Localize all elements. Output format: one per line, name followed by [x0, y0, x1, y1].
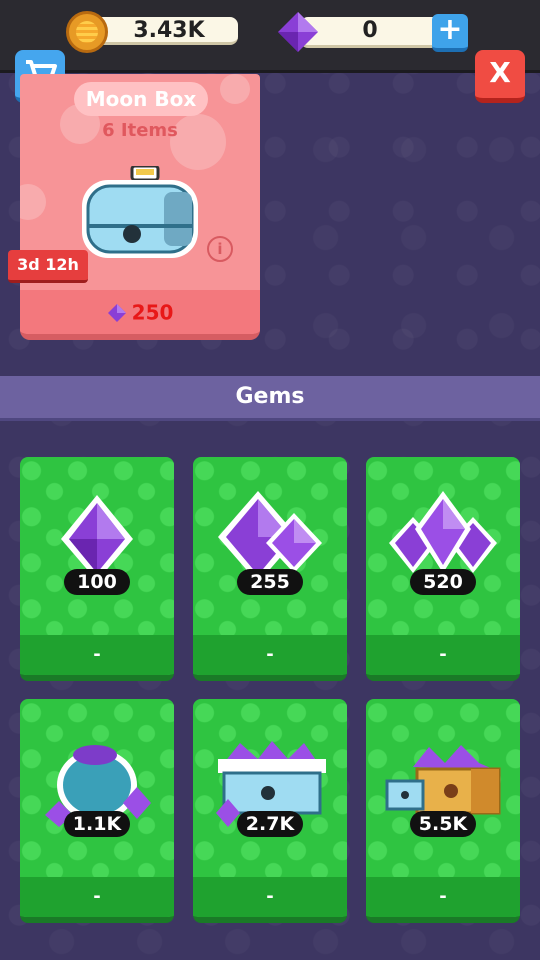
decor-bubble [20, 184, 46, 220]
gem-amount: 1.1K [64, 811, 130, 837]
gem-amount: 2.7K [237, 811, 303, 837]
moon-box-card[interactable]: Moon Box 6 Items i 250 [20, 74, 260, 340]
gem-pack-card[interactable]: 1.1K - [20, 699, 174, 923]
buy-button[interactable]: - [366, 877, 520, 917]
gem-amount: 255 [237, 569, 303, 595]
decor-bubble [220, 74, 250, 104]
gem-pack-card[interactable]: 520 - [366, 457, 520, 681]
gem-pack-card[interactable]: 255 - [193, 457, 347, 681]
coin-balance: 3.43K [90, 17, 238, 45]
gem-pack-card[interactable]: 5.5K - [366, 699, 520, 923]
chest-icon [82, 166, 198, 258]
buy-button[interactable]: - [366, 635, 520, 675]
buy-button[interactable]: - [193, 877, 347, 917]
featured-price: 250 [131, 300, 174, 325]
gem-amount: 520 [410, 569, 476, 595]
featured-title: Moon Box [74, 82, 208, 116]
timer-badge: 3d 12h [8, 250, 88, 283]
buy-button[interactable]: - [20, 635, 174, 675]
close-button[interactable]: X [475, 50, 525, 103]
info-icon[interactable]: i [207, 236, 233, 262]
gem-pack-card[interactable]: 100 - [20, 457, 174, 681]
buy-button[interactable]: - [193, 635, 347, 675]
gem-pack-card[interactable]: 2.7K - [193, 699, 347, 923]
buy-button[interactable]: - [20, 877, 174, 917]
section-header: Gems [0, 376, 540, 421]
add-gems-button[interactable]: + [432, 14, 468, 52]
featured-subtitle: 6 Items [102, 120, 178, 141]
gem-amount: 100 [64, 569, 130, 595]
featured-buy-button[interactable]: 250 [20, 290, 260, 334]
gem-icon [278, 12, 318, 52]
coin-icon [66, 11, 108, 53]
gem-amount: 5.5K [410, 811, 476, 837]
gem-icon [107, 303, 126, 322]
gem-balance: 0 [300, 17, 440, 48]
